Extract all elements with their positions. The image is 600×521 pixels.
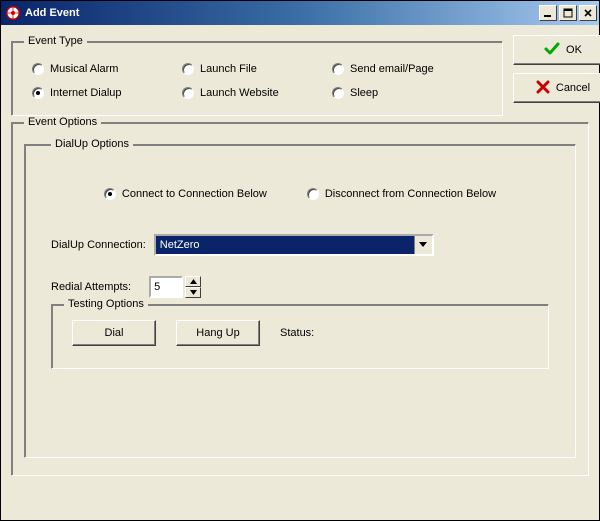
radio-musical-alarm[interactable]: Musical Alarm — [32, 63, 182, 75]
radio-launch-website[interactable]: Launch Website — [182, 87, 332, 99]
dialup-options-group: DialUp Options Connect to Connection Bel… — [24, 138, 576, 458]
status-label: Status: — [280, 327, 314, 339]
radio-icon — [332, 87, 344, 99]
add-event-window: Add Event U≡BUGcom Event Type M — [0, 0, 600, 521]
radio-send-email-page[interactable]: Send email/Page — [332, 63, 482, 75]
radio-icon — [332, 63, 344, 75]
radio-icon — [182, 63, 194, 75]
close-button[interactable] — [579, 5, 597, 21]
spin-down-button[interactable] — [185, 287, 201, 298]
redial-attempts-spinner[interactable] — [149, 276, 201, 298]
dialup-connection-label: DialUp Connection: — [51, 239, 146, 251]
dropdown-value: NetZero — [156, 236, 414, 254]
ok-button[interactable]: OK — [513, 35, 600, 65]
event-type-group: Event Type Musical Alarm Launch File Sen… — [11, 35, 503, 116]
window-title: Add Event — [25, 7, 539, 19]
event-options-group: Event Options DialUp Options Connect to … — [11, 116, 589, 476]
radio-icon — [104, 188, 116, 200]
minimize-button[interactable] — [539, 5, 557, 21]
radio-launch-file[interactable]: Launch File — [182, 63, 332, 75]
radio-sleep[interactable]: Sleep — [332, 87, 482, 99]
app-icon — [5, 5, 21, 21]
radio-icon — [32, 87, 44, 99]
maximize-button[interactable] — [559, 5, 577, 21]
dial-button[interactable]: Dial — [72, 320, 156, 346]
spin-up-button[interactable] — [185, 276, 201, 287]
event-type-legend: Event Type — [24, 35, 87, 47]
radio-icon — [32, 63, 44, 75]
dialup-options-legend: DialUp Options — [51, 138, 133, 150]
radio-disconnect[interactable]: Disconnect from Connection Below — [307, 188, 496, 200]
event-options-legend: Event Options — [24, 116, 101, 128]
check-icon — [544, 42, 560, 59]
dialup-connection-dropdown[interactable]: NetZero — [154, 234, 434, 256]
titlebar: Add Event — [1, 1, 599, 25]
x-icon — [536, 80, 550, 97]
client-area: U≡BUGcom Event Type Musical Alarm Launch… — [1, 25, 599, 520]
testing-options-group: Testing Options Dial Hang Up Status: — [51, 298, 549, 369]
chevron-down-icon — [414, 236, 432, 254]
radio-icon — [182, 87, 194, 99]
radio-internet-dialup[interactable]: Internet Dialup — [32, 87, 182, 99]
redial-attempts-input[interactable] — [149, 276, 183, 298]
radio-icon — [307, 188, 319, 200]
testing-options-legend: Testing Options — [64, 298, 148, 310]
redial-attempts-label: Redial Attempts: — [51, 281, 131, 293]
radio-connect[interactable]: Connect to Connection Below — [104, 188, 267, 200]
cancel-button[interactable]: Cancel — [513, 73, 600, 103]
hangup-button[interactable]: Hang Up — [176, 320, 260, 346]
